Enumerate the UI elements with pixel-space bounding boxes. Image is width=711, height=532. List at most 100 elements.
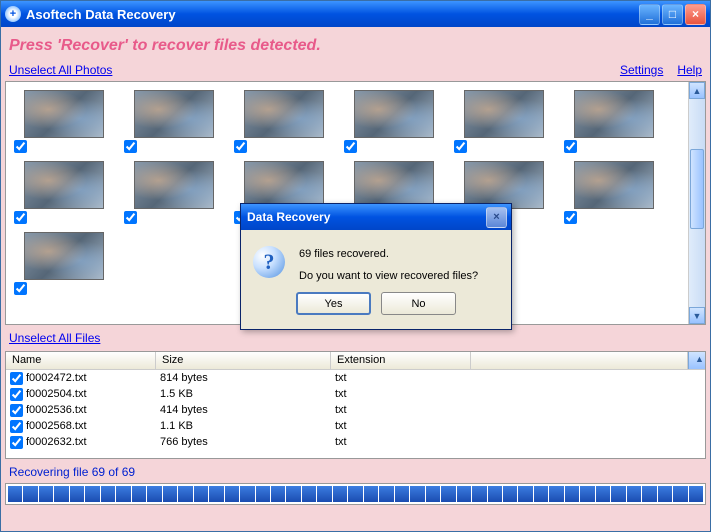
progress-segment: [642, 486, 656, 502]
scroll-track[interactable]: [689, 99, 705, 307]
file-checkbox[interactable]: [10, 372, 23, 385]
progress-segment: [194, 486, 208, 502]
thumbnail-image[interactable]: [464, 90, 544, 138]
thumbnail-image[interactable]: [24, 90, 104, 138]
thumbnail-checkbox[interactable]: [124, 211, 137, 224]
thumbnail-image[interactable]: [244, 161, 324, 209]
thumbnail-image[interactable]: [574, 90, 654, 138]
progress-segment: [101, 486, 115, 502]
progress-segment: [8, 486, 22, 502]
column-header-extension[interactable]: Extension: [331, 352, 471, 369]
column-header-name[interactable]: Name: [6, 352, 156, 369]
thumbnail-item[interactable]: [14, 232, 104, 295]
settings-link[interactable]: Settings: [620, 63, 663, 77]
titlebar[interactable]: + Asoftech Data Recovery _ □ ×: [1, 1, 710, 27]
yes-button[interactable]: Yes: [296, 292, 371, 315]
thumbnail-checkbox[interactable]: [14, 282, 27, 295]
file-name: f0002504.txt: [26, 388, 87, 400]
dialog-titlebar[interactable]: Data Recovery ×: [241, 204, 511, 230]
thumbnail-image[interactable]: [24, 161, 104, 209]
file-checkbox[interactable]: [10, 388, 23, 401]
recovery-dialog: Data Recovery × ? 69 files recovered. Do…: [240, 203, 512, 330]
progress-segment: [503, 486, 517, 502]
files-scroll-up[interactable]: ▲: [688, 352, 705, 369]
no-button[interactable]: No: [381, 292, 456, 315]
files-body: f0002472.txt814 bytestxtf0002504.txt1.5 …: [6, 370, 705, 458]
thumbnail-image[interactable]: [464, 161, 544, 209]
thumbnail-checkbox[interactable]: [14, 211, 27, 224]
progress-segment: [611, 486, 625, 502]
file-checkbox[interactable]: [10, 404, 23, 417]
file-row[interactable]: f0002568.txt 1.1 KBtxt: [6, 418, 705, 434]
maximize-button[interactable]: □: [662, 4, 683, 25]
thumbnail-item[interactable]: [124, 90, 214, 153]
file-name: f0002568.txt: [26, 420, 87, 432]
scroll-down-button[interactable]: ▼: [689, 307, 705, 324]
status-text: Recovering file 69 of 69: [5, 459, 706, 483]
thumbnail-item[interactable]: [124, 161, 214, 224]
help-link[interactable]: Help: [677, 63, 702, 77]
file-extension: txt: [331, 420, 471, 432]
thumbnail-item[interactable]: [14, 90, 104, 153]
file-checkbox[interactable]: [10, 436, 23, 449]
file-row[interactable]: f0002632.txt766 bytestxt: [6, 434, 705, 450]
progress-segment: [256, 486, 270, 502]
file-size: 814 bytes: [156, 372, 331, 384]
thumbnail-item[interactable]: [564, 161, 654, 224]
dialog-close-button[interactable]: ×: [486, 207, 507, 228]
unselect-all-photos-link[interactable]: Unselect All Photos: [9, 63, 112, 77]
progress-segment: [116, 486, 130, 502]
thumbnail-item[interactable]: [564, 90, 654, 153]
progress-segment: [85, 486, 99, 502]
progress-segment: [596, 486, 610, 502]
top-links-row: Unselect All Photos Settings Help: [5, 61, 706, 81]
files-panel: Name Size Extension ▲ f0002472.txt814 by…: [5, 351, 706, 459]
thumbnail-image[interactable]: [354, 161, 434, 209]
thumbnail-image[interactable]: [244, 90, 324, 138]
thumbnail-item[interactable]: [234, 90, 324, 153]
progress-segment: [410, 486, 424, 502]
thumbnail-checkbox[interactable]: [564, 140, 577, 153]
file-checkbox[interactable]: [10, 420, 23, 433]
file-row[interactable]: f0002536.txt414 bytestxt: [6, 402, 705, 418]
unselect-all-files-link[interactable]: Unselect All Files: [9, 331, 100, 345]
minimize-button[interactable]: _: [639, 4, 660, 25]
progress-segment: [673, 486, 687, 502]
file-extension: txt: [331, 436, 471, 448]
progress-segment: [658, 486, 672, 502]
file-extension: txt: [331, 404, 471, 416]
thumbnail-checkbox[interactable]: [234, 140, 247, 153]
thumbnail-image[interactable]: [134, 90, 214, 138]
thumbnail-image[interactable]: [134, 161, 214, 209]
scroll-thumb[interactable]: [690, 149, 704, 229]
file-name: f0002536.txt: [26, 404, 87, 416]
progress-segment: [627, 486, 641, 502]
progress-segment: [302, 486, 316, 502]
progress-segment: [147, 486, 161, 502]
close-button[interactable]: ×: [685, 4, 706, 25]
progress-segment: [209, 486, 223, 502]
dialog-line1: 69 files recovered.: [299, 248, 478, 260]
column-header-size[interactable]: Size: [156, 352, 331, 369]
scroll-up-button[interactable]: ▲: [689, 82, 705, 99]
file-row[interactable]: f0002472.txt814 bytestxt: [6, 370, 705, 386]
thumbnail-item[interactable]: [344, 90, 434, 153]
file-row[interactable]: f0002504.txt1.5 KBtxt: [6, 386, 705, 402]
thumbnail-checkbox[interactable]: [124, 140, 137, 153]
thumbnail-checkbox[interactable]: [14, 140, 27, 153]
file-extension: txt: [331, 372, 471, 384]
thumbnail-image[interactable]: [574, 161, 654, 209]
progress-segment: [39, 486, 53, 502]
thumbnail-checkbox[interactable]: [564, 211, 577, 224]
file-name: f0002632.txt: [26, 436, 87, 448]
thumbnail-checkbox[interactable]: [454, 140, 467, 153]
thumbnail-item[interactable]: [454, 90, 544, 153]
thumbnail-image[interactable]: [24, 232, 104, 280]
progress-bar: [8, 486, 703, 502]
file-size: 1.1 KB: [156, 420, 331, 432]
thumbnail-image[interactable]: [354, 90, 434, 138]
thumbnails-scrollbar[interactable]: ▲ ▼: [688, 82, 705, 324]
thumbnail-item[interactable]: [14, 161, 104, 224]
progress-segment: [348, 486, 362, 502]
thumbnail-checkbox[interactable]: [344, 140, 357, 153]
